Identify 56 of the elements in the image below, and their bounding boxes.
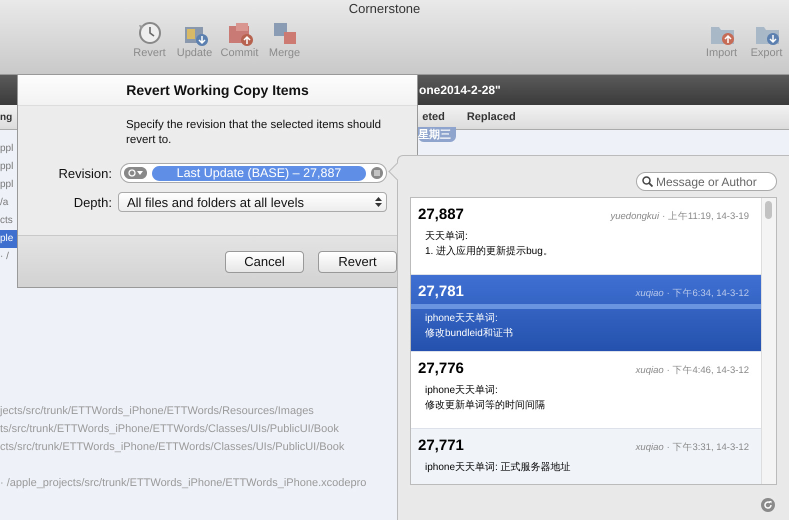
dialog-button[interactable]: Cancel <box>225 251 304 273</box>
dialog-button[interactable]: Revert <box>318 251 397 273</box>
search-icon <box>642 176 653 187</box>
revision-number: 27,781 <box>418 283 464 300</box>
file-path[interactable]: jects/src/trunk/ETTWords_iPhone/ETTWords/Resources/Images <box>0 402 366 420</box>
dialog-description: Specify the revision that the selected items should revert to. <box>126 118 382 148</box>
toolbar-button[interactable]: Update <box>172 19 217 59</box>
revision-message: iphone天天单词: 正式服务器地址 <box>425 460 572 475</box>
file-row[interactable]: ppl <box>0 140 17 158</box>
file-row[interactable]: cts <box>0 212 17 230</box>
revision-message: iphone天天单词: 修改更新单词等的时间间隔 <box>425 384 546 413</box>
revision-field[interactable]: Last Update (BASE) – 27,887 <box>120 163 387 183</box>
filter-tab[interactable]: eted <box>422 111 450 123</box>
revision-row[interactable]: 27,781 xuqiao · 下午6:34, 14-3-12 iphone天天单词: 修改bundleid和证书 <box>411 275 761 352</box>
file-path[interactable]: cts/src/trunk/ETTWords_iPhone/ETTWords/Classes/UIs/PublicUI/Book <box>0 438 366 456</box>
list-icon[interactable] <box>371 167 383 179</box>
filter-tab[interactable]: ng <box>0 112 12 122</box>
revision-message: 天天单词: 1. 进入应用的更新提示bug。 <box>425 230 554 259</box>
depth-popup[interactable]: All files and folders at all levels <box>118 192 387 212</box>
file-path[interactable]: · /apple_projects/src/trunk/ETTWords_iPhone/ETTWords_iPhone.xcodepro <box>0 474 366 492</box>
revision-time: · 下午3:31, 14-3-12 <box>666 442 749 453</box>
revision-row[interactable]: 27,771 xuqiao · 下午3:31, 14-3-12 iphone天天单词: 正式服务器地址 <box>411 429 761 484</box>
revision-time: · 下午6:34, 14-3-12 <box>666 288 749 299</box>
revision-message: iphone天天单词: 修改bundleid和证书 <box>425 312 514 341</box>
filter-tab[interactable]: Replaced <box>466 111 521 123</box>
scrollbar[interactable] <box>761 198 776 484</box>
file-row[interactable]: /a <box>0 194 17 212</box>
toolbar-button[interactable]: Merge <box>262 19 307 59</box>
stepper-arrows-icon <box>375 196 382 208</box>
refresh-icon[interactable] <box>761 498 775 512</box>
file-row[interactable]: · / <box>0 248 17 266</box>
revision-number: 27,887 <box>418 206 464 223</box>
toolbar-button[interactable]: Export <box>744 19 789 59</box>
file-row[interactable]: ppl <box>0 158 17 176</box>
file-row[interactable]: ple <box>0 230 17 248</box>
search-field[interactable]: Message or Author <box>636 172 777 191</box>
field-label: Revision: <box>58 166 113 180</box>
document-title: one2014-2-28" <box>419 83 501 97</box>
field-label: Depth: <box>72 194 113 210</box>
revision-token[interactable]: Last Update (BASE) – 27,887 <box>152 166 366 180</box>
file-path[interactable]: ts/src/trunk/ETTWords_iPhone/ETTWords/Classes/UIs/PublicUI/Book <box>0 420 366 438</box>
revision-author: xuqiao <box>636 365 664 376</box>
file-row[interactable]: ppl <box>0 176 17 194</box>
revision-time: · 下午4:46, 14-3-12 <box>666 365 749 376</box>
date-badge: 星期三 <box>418 127 456 142</box>
revision-author: xuqiao <box>636 288 664 299</box>
toolbar-button[interactable]: Revert <box>127 19 172 59</box>
revision-author: xuqiao <box>636 442 664 453</box>
toolbar-button[interactable]: Commit <box>217 19 262 59</box>
revision-number: 27,771 <box>418 437 464 454</box>
revision-author: yuedongkui <box>610 211 660 222</box>
toolbar-button[interactable]: Import <box>699 19 744 59</box>
revision-time: · 上午11:19, 14-3-19 <box>662 211 749 222</box>
window-title: Cornerstone <box>348 0 422 18</box>
dialog-title: Revert Working Copy Items <box>18 75 417 106</box>
revision-number: 27,776 <box>418 360 464 377</box>
